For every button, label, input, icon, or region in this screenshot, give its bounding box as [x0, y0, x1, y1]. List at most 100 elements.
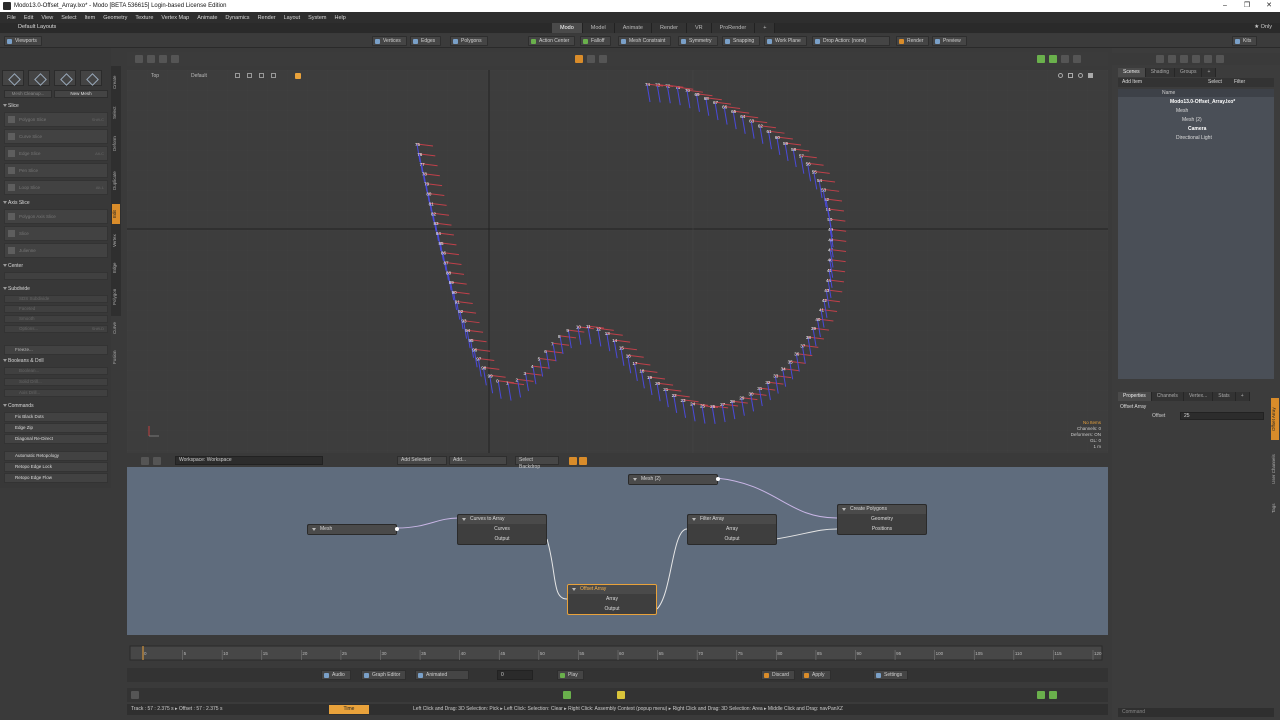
select-button[interactable]: Select [1208, 79, 1222, 85]
scale-icon[interactable] [171, 55, 179, 63]
tree-item-mesh-2[interactable]: Mesh (2) [1182, 117, 1202, 123]
array-port[interactable]: Array [688, 524, 776, 534]
discard-button[interactable]: Discard [761, 670, 795, 680]
wireframe-icon[interactable] [247, 73, 252, 78]
viewports-button[interactable]: Viewports [4, 36, 42, 46]
viewport-canvas[interactable]: 75 76 77 78 79 80 81 82 83 84 85 86 87 88 89 90 91 92 93 94… [127, 70, 1108, 453]
toolbox-tab-create[interactable]: Create [112, 68, 120, 96]
add-node-select[interactable]: Add... [449, 456, 507, 465]
maximize-view-icon[interactable] [1061, 55, 1069, 63]
tab-stats[interactable]: Stats [1213, 392, 1236, 401]
polygon-axis-slice-tool[interactable]: Polygon Axis Slice [4, 209, 108, 224]
tab-shading[interactable]: Shading [1145, 68, 1176, 77]
offset-input[interactable]: 25 [1180, 412, 1264, 420]
toolbox-tab-select[interactable]: Select [112, 99, 120, 127]
layout-tab-render[interactable]: Render [651, 23, 687, 33]
array-port[interactable]: Array [568, 594, 656, 604]
node-offset-array[interactable]: Offset Array Array Output [567, 584, 657, 615]
menu-system[interactable]: System [304, 15, 330, 21]
item-list[interactable]: Name Modo13.0-Offset_Array.lxo* Mesh Mes… [1118, 89, 1274, 379]
toolbox-tab-vertex[interactable]: Vertex [112, 227, 120, 255]
positions-port[interactable]: Positions [838, 524, 926, 534]
preview-button[interactable]: Preview [932, 36, 967, 46]
preset-tool-4[interactable] [80, 70, 102, 86]
maximize-button[interactable]: ❐ [1236, 0, 1258, 12]
layout-tab-animate[interactable]: Animate [614, 23, 652, 33]
tab-vertex[interactable]: Vertex... [1183, 392, 1214, 401]
mesh-constraint-button[interactable]: Mesh Constraint [618, 36, 672, 46]
tab-channels[interactable]: Channels [1151, 392, 1184, 401]
texture-icon[interactable] [1216, 55, 1224, 63]
solid-icon[interactable] [259, 73, 264, 78]
diagonal-redirect-command[interactable]: Diagonal Re-Direct [4, 434, 108, 444]
play-button[interactable]: Play [557, 670, 584, 680]
subdivide-section[interactable]: Subdivide [2, 285, 110, 293]
edges-button[interactable]: Edges [410, 36, 442, 46]
commands-section[interactable]: Commands [2, 402, 110, 410]
pen-slice-tool[interactable]: Pen Slice [4, 163, 108, 178]
filter-button[interactable]: Filter [1234, 79, 1245, 85]
graph-editor-button[interactable]: Graph Editor [361, 670, 407, 680]
rotate-icon[interactable] [159, 55, 167, 63]
layout-tab-vr[interactable]: VR [686, 23, 712, 33]
side-tab-user-channels[interactable]: User Channels [1271, 444, 1279, 494]
curves-port[interactable]: Curves [458, 524, 546, 534]
tab-properties[interactable]: Properties [1118, 392, 1152, 401]
retopo-edge-lock-command[interactable]: Retopo Edge Lock [4, 462, 108, 472]
tree-item-directional-light[interactable]: Directional Light [1176, 135, 1212, 141]
menu-view[interactable]: View [37, 15, 57, 21]
center-section[interactable]: Center [2, 262, 110, 270]
drop-action-select[interactable]: Drop Action: (none) [812, 36, 890, 46]
action-center-button[interactable]: Action Center [528, 36, 576, 46]
tree-item-mesh[interactable]: Mesh [1176, 108, 1188, 114]
output-port-label[interactable]: Output [568, 604, 656, 614]
geometry-port[interactable]: Geometry [838, 514, 926, 524]
toolbox-tab-curve[interactable]: Curve [112, 316, 120, 340]
tree-item-camera[interactable]: Camera [1188, 126, 1206, 132]
menu-render[interactable]: Render [254, 15, 280, 21]
3d-viewport[interactable]: 75 76 77 78 79 80 81 82 83 84 85 86 87 88 89 90 91 92 93 94… [127, 70, 1108, 453]
tree-item-scene[interactable]: Modo13.0-Offset_Array.lxo* [1170, 99, 1235, 105]
solid-drill-tool[interactable]: Solid Drill... [4, 378, 108, 386]
menu-texture[interactable]: Texture [131, 15, 157, 21]
edge-zip-command[interactable]: Edge Zip [4, 423, 108, 433]
add-view-icon[interactable] [1073, 55, 1081, 63]
output-port[interactable] [395, 527, 399, 531]
output-port-label[interactable]: Output [458, 534, 546, 544]
node-mesh-2[interactable]: Mesh (2) [628, 474, 720, 485]
move-icon[interactable] [147, 55, 155, 63]
menu-file[interactable]: File [3, 15, 20, 21]
axis-slice-section[interactable]: Axis Slice [2, 199, 110, 207]
julienne-tool[interactable]: Julienne [4, 243, 108, 258]
add-item-button[interactable]: Add Item [1122, 79, 1142, 85]
layout-tab-add[interactable]: + [755, 23, 776, 33]
snap-icon[interactable] [575, 55, 583, 63]
animated-select[interactable]: Animated [415, 670, 469, 680]
mesh-cleanup-button[interactable]: Mesh Cleanup... [4, 90, 52, 98]
bottom-expand-icon[interactable] [131, 691, 139, 699]
material-icon[interactable] [1168, 55, 1176, 63]
select-backdrop-button[interactable]: Select Backdrop [515, 456, 559, 470]
toolbox-tab-duplicate[interactable]: Duplicate [112, 161, 120, 201]
output-port-label[interactable]: Output [688, 534, 776, 544]
settings-button[interactable]: Settings [873, 670, 909, 680]
new-mesh-button[interactable]: New Mesh [54, 90, 108, 98]
work-plane-button[interactable]: Work Plane [764, 36, 807, 46]
timeline[interactable]: 0 5 10 15 20 25 30 35 40 45 50 55 60 65 70 75 80 85 90 95 10… [127, 642, 1108, 664]
time-button[interactable]: Time [329, 705, 369, 714]
shading-mode[interactable]: Default [191, 73, 207, 79]
render-button[interactable]: Render [896, 36, 930, 46]
layout-icon[interactable] [1037, 55, 1045, 63]
schematic-view[interactable]: Mesh (2) Mesh Curves to Array Curves Out… [127, 454, 1108, 635]
snapping-button[interactable]: Snapping [722, 36, 761, 46]
tab-add[interactable]: + [1202, 68, 1217, 77]
bottom-layout-icon[interactable] [1037, 691, 1045, 699]
mesh-view-icon[interactable] [587, 55, 595, 63]
tab-groups[interactable]: Groups [1175, 68, 1203, 77]
lock-icon[interactable] [599, 55, 607, 63]
menu-help[interactable]: Help [330, 15, 349, 21]
center-buttons[interactable] [4, 272, 108, 280]
grid-icon[interactable] [135, 55, 143, 63]
close-button[interactable]: ✕ [1258, 0, 1280, 12]
menu-select[interactable]: Select [57, 15, 80, 21]
